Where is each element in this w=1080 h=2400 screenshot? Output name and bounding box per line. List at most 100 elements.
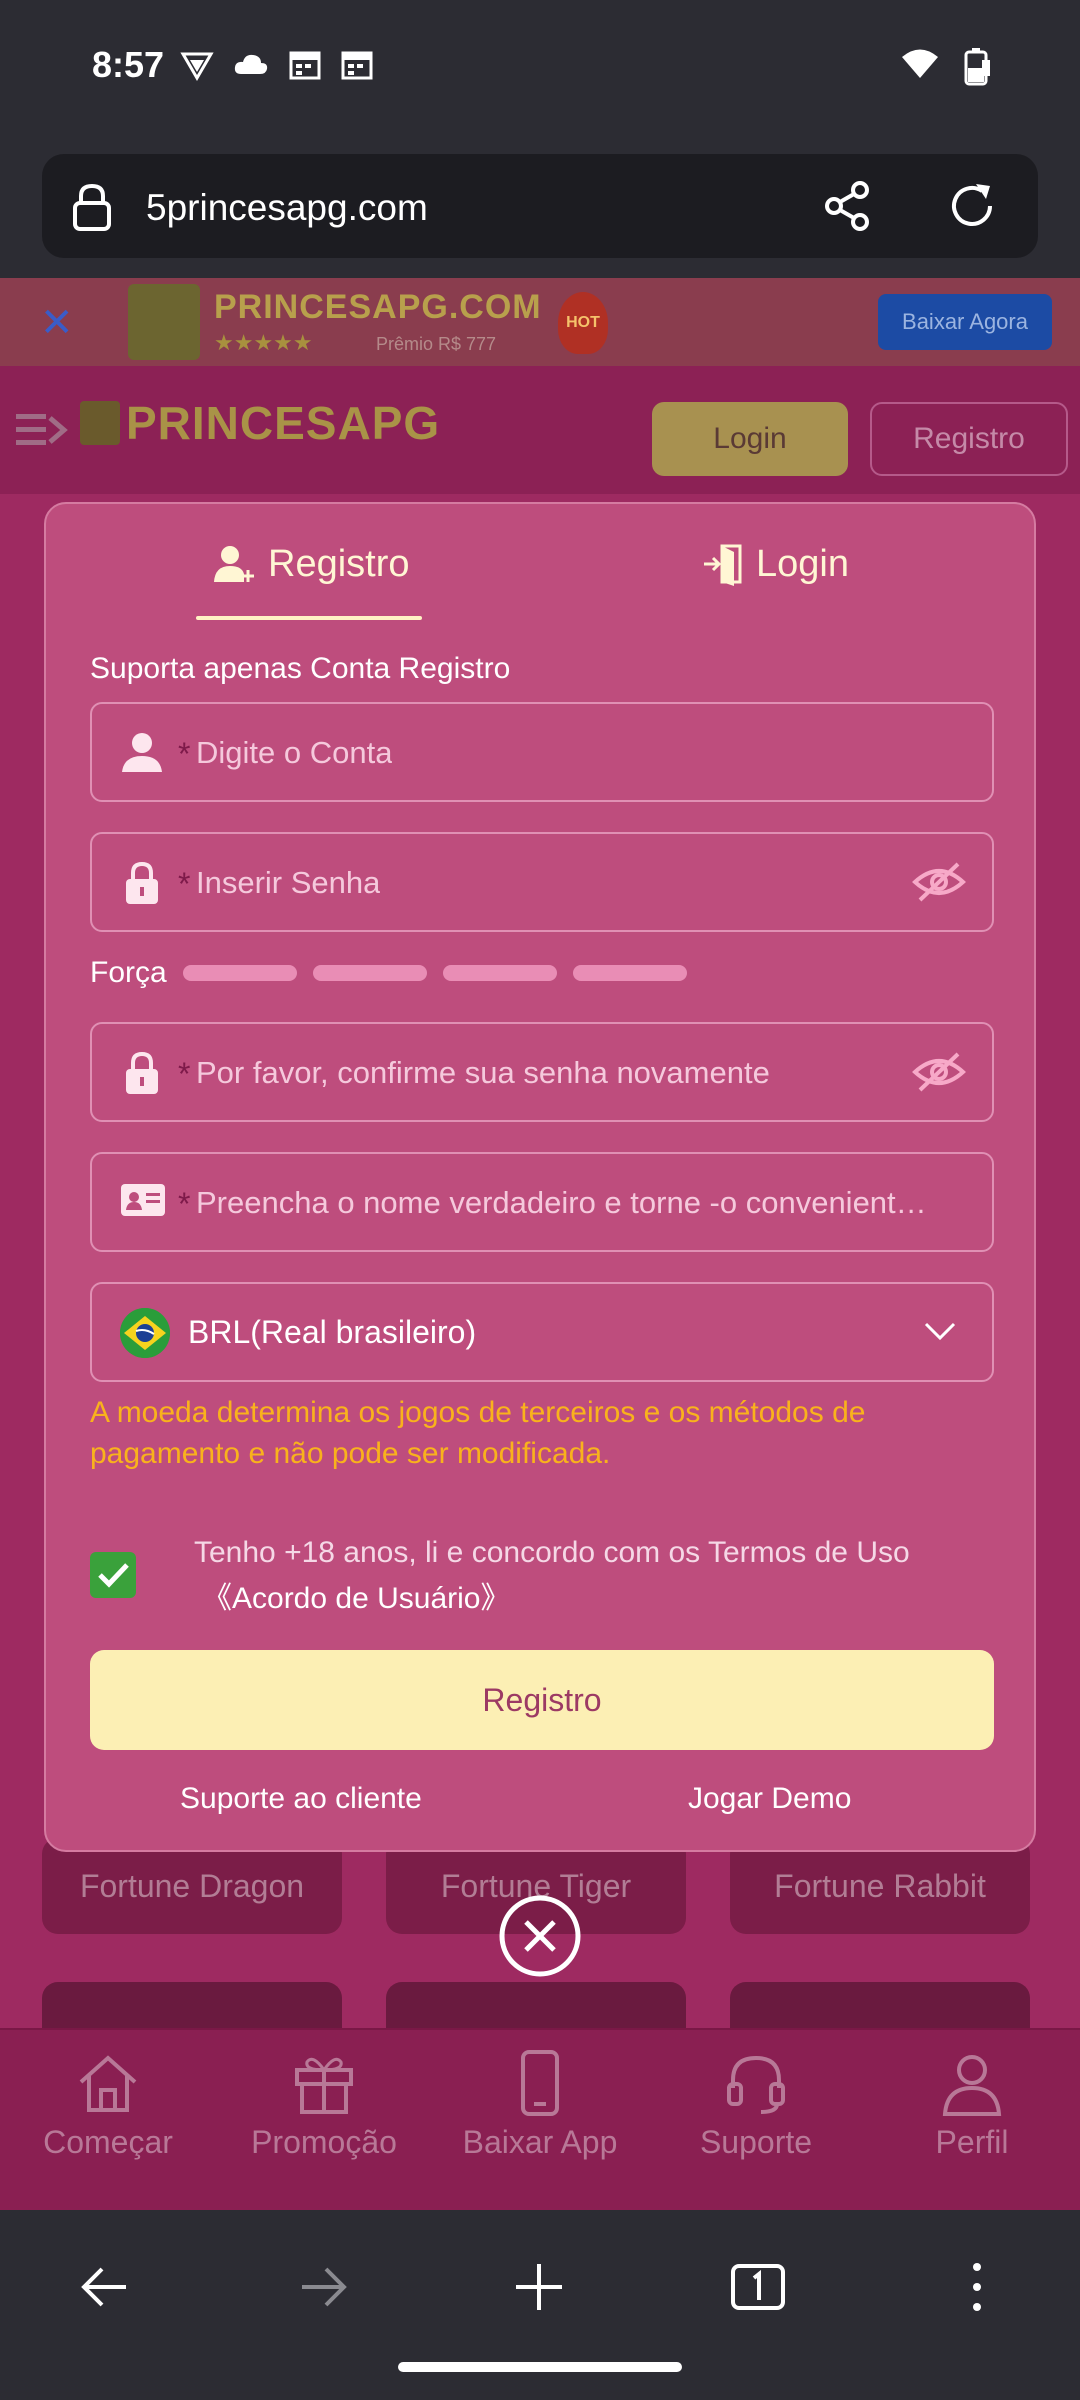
- register-subtitle: Suporta apenas Conta Registro: [90, 652, 511, 685]
- required-mark: *: [178, 736, 191, 772]
- nav-label: Começar: [43, 2124, 173, 2160]
- check-icon: [98, 1563, 129, 1588]
- status-icons-left: [180, 48, 374, 82]
- eye-off-icon[interactable]: [912, 860, 966, 904]
- url-text[interactable]: 5princesapg.com: [146, 187, 428, 229]
- user-agreement-link[interactable]: 《Acordo de Usuário》: [202, 1576, 510, 1622]
- status-time: 8:57: [92, 44, 165, 85]
- banner-stars: ★★★★★: [214, 330, 313, 355]
- header-login-button[interactable]: Login: [652, 402, 848, 476]
- real-name-field[interactable]: * Preencha o nome verdadeiro e torne -o …: [90, 1152, 994, 1252]
- customer-support-link[interactable]: Suporte ao cliente: [180, 1782, 422, 1816]
- tab-register-label: Registro: [268, 542, 410, 585]
- brazil-flag-icon: [120, 1308, 170, 1358]
- banner-brand: PRINCESAPG.COM: [214, 288, 542, 326]
- terms-text: Tenho +18 anos, li e concordo com os Ter…: [194, 1536, 910, 1569]
- cloud-icon: [232, 48, 270, 82]
- close-banner-icon[interactable]: ✕: [40, 300, 74, 346]
- strength-label: Força: [90, 956, 167, 989]
- calendar-icon: [340, 48, 374, 82]
- nav-item-support[interactable]: Suporte: [648, 2048, 864, 2161]
- confirm-password-field[interactable]: * Por favor, confirme sua senha novament…: [90, 1022, 994, 1122]
- calendar-icon: [288, 48, 322, 82]
- forward-icon[interactable]: [296, 2260, 350, 2314]
- real-name-placeholder: Preencha o nome verdadeiro e torne -o co…: [196, 1185, 936, 1220]
- gesture-handle: [398, 2362, 682, 2372]
- account-placeholder: Digite o Conta: [196, 735, 393, 770]
- hot-badge: HOT: [558, 292, 608, 354]
- close-icon: [499, 1895, 581, 1977]
- home-icon: [79, 2055, 137, 2112]
- site-logo[interactable]: PRINCESAPG: [80, 396, 440, 450]
- user-icon: [942, 2055, 1002, 2116]
- reload-icon[interactable]: [946, 180, 998, 232]
- banner-subtitle: Prêmio R$ 777: [376, 334, 497, 354]
- logo-emblem: [80, 401, 120, 445]
- more-options-icon[interactable]: [962, 2260, 992, 2314]
- password-placeholder: Inserir Senha: [196, 865, 381, 900]
- nav-item-app[interactable]: Baixar App: [432, 2048, 648, 2161]
- browser-toolbar: 5princesapg.com: [0, 140, 1080, 278]
- lock-icon: [124, 1050, 160, 1096]
- back-icon[interactable]: [78, 2260, 132, 2314]
- login-icon: [704, 544, 742, 586]
- terms-checkbox[interactable]: [90, 1552, 136, 1598]
- game-card[interactable]: Fortune Dragon: [42, 1838, 342, 1934]
- register-modal: Registro Login Suporta apenas Conta Regi…: [44, 502, 1036, 1852]
- bottom-nav: Começar Promoção Baixar App Suporte Perf…: [0, 2028, 1080, 2210]
- confirm-password-placeholder: Por favor, confirme sua senha novamente: [196, 1055, 770, 1090]
- header-register-button[interactable]: Registro: [870, 402, 1068, 476]
- logo-text: PRINCESAPG: [126, 397, 441, 449]
- gift-icon: [295, 2057, 353, 2114]
- close-modal-button[interactable]: [498, 1894, 582, 1978]
- password-strength: Força: [90, 956, 703, 990]
- nav-label: Suporte: [699, 2124, 813, 2160]
- headset-icon: [727, 2055, 785, 2114]
- nav-item-start[interactable]: Começar: [0, 2048, 216, 2161]
- new-tab-icon[interactable]: [512, 2260, 566, 2314]
- phone-icon: [521, 2050, 559, 2116]
- vpn-icon: [180, 48, 214, 82]
- required-mark: *: [178, 1056, 191, 1092]
- wifi-icon: [900, 46, 940, 86]
- share-icon[interactable]: [822, 180, 874, 232]
- required-mark: *: [178, 866, 191, 902]
- status-bar: 8:57: [0, 0, 1080, 140]
- strength-bar: [572, 965, 687, 981]
- strength-bar: [312, 965, 427, 981]
- browser-bottom-bar: [0, 2210, 1080, 2400]
- play-demo-link[interactable]: Jogar Demo: [688, 1782, 851, 1816]
- id-card-icon: [120, 1180, 166, 1220]
- nav-label: Perfil: [935, 2124, 1009, 2160]
- menu-icon[interactable]: [14, 410, 70, 450]
- app-banner: ✕ PRINCESAPG.COM ★★★★★ Prêmio R$ 777 HOT…: [0, 278, 1080, 366]
- status-icons-right: [900, 46, 994, 86]
- tabs-icon[interactable]: [730, 2260, 786, 2314]
- eye-off-icon[interactable]: [912, 1050, 966, 1094]
- account-field[interactable]: * Digite o Conta: [90, 702, 994, 802]
- password-field[interactable]: * Inserir Senha: [90, 832, 994, 932]
- user-icon: [120, 730, 164, 774]
- game-card[interactable]: Fortune Rabbit: [730, 1838, 1030, 1934]
- nav-label: Baixar App: [462, 2124, 618, 2160]
- battery-icon: [962, 46, 994, 86]
- nav-item-profile[interactable]: Perfil: [864, 2048, 1080, 2161]
- currency-select[interactable]: BRL(Real brasileiro): [90, 1282, 994, 1382]
- chevron-down-icon: [922, 1318, 958, 1346]
- lock-icon[interactable]: [72, 182, 112, 232]
- active-tab-indicator: [196, 616, 422, 620]
- currency-warning: A moeda determina os jogos de terceiros …: [90, 1396, 866, 1470]
- strength-bar: [442, 965, 557, 981]
- lock-icon: [124, 860, 160, 906]
- register-submit-button[interactable]: Registro: [90, 1650, 994, 1750]
- currency-value: BRL(Real brasileiro): [188, 1314, 477, 1350]
- tab-login[interactable]: Login: [702, 534, 849, 594]
- add-user-icon: [214, 546, 254, 582]
- banner-logo: [128, 284, 200, 360]
- download-app-button[interactable]: Baixar Agora: [878, 294, 1052, 350]
- address-bar[interactable]: 5princesapg.com: [42, 154, 1038, 258]
- tab-login-label: Login: [756, 542, 849, 585]
- site-header: PRINCESAPG Login Registro: [0, 366, 1080, 494]
- tab-register[interactable]: Registro: [212, 534, 410, 594]
- nav-item-promo[interactable]: Promoção: [216, 2048, 432, 2161]
